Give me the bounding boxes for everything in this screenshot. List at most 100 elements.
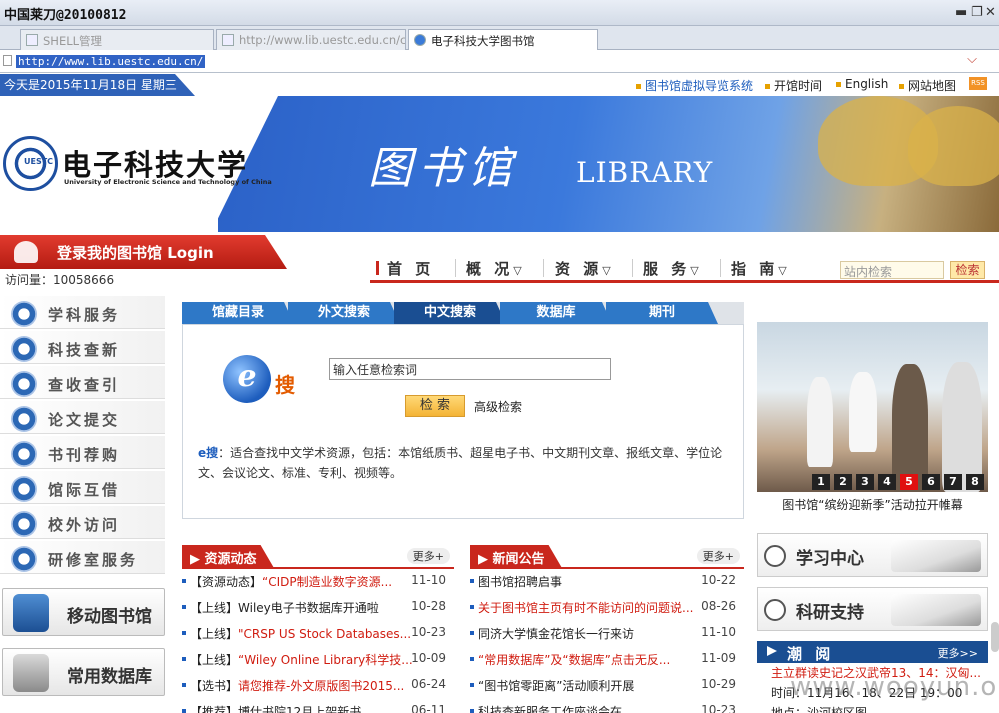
carousel-photo[interactable] <box>757 322 988 492</box>
carousel-page-2[interactable]: 2 <box>834 474 852 490</box>
rss-icon[interactable]: RSS <box>969 77 987 90</box>
list-item[interactable]: 同济大学慎金花馆长一行来访 11-10 <box>470 625 744 651</box>
link-hours[interactable]: 开馆时间 <box>765 77 822 94</box>
chevron-down-icon[interactable]: ⌵ <box>967 52 977 67</box>
library-title-en: LIBRARY <box>576 156 714 189</box>
tab-foreign[interactable]: 外文搜索 <box>288 302 400 324</box>
list-item[interactable]: “常用数据库”及“数据库”点击无反... 11-09 <box>470 651 744 677</box>
more-link[interactable]: 更多+ <box>406 548 450 564</box>
advanced-search-link[interactable]: 高级检索 <box>474 398 522 415</box>
databases-button[interactable]: 常用数据库 <box>2 648 165 696</box>
research-support-button[interactable]: 科研支持 <box>757 587 988 631</box>
bullet-icon <box>765 84 770 89</box>
restore-button[interactable]: ❐ <box>971 5 983 20</box>
tab-library[interactable]: 电子科技大学图书馆 <box>408 29 598 50</box>
nav-divider <box>632 259 633 277</box>
carousel-page-5[interactable]: 5 <box>900 474 918 490</box>
search-icon <box>11 336 37 362</box>
arrow-circle-icon <box>764 599 786 621</box>
nav-resources[interactable]: 资 源▽ <box>555 258 615 279</box>
list-item[interactable]: 【资源动态】“CIDP制造业数字资源... 11-10 <box>182 573 454 599</box>
carousel-page-3[interactable]: 3 <box>856 474 874 490</box>
address-bar[interactable]: http://www.lib.uestc.edu.cn/ ⌵ <box>0 50 999 73</box>
list-item[interactable]: 图书馆招聘启事 10-22 <box>470 573 744 599</box>
tab-catalog[interactable]: 馆藏目录 <box>182 302 294 324</box>
carousel-page-1[interactable]: 1 <box>812 474 830 490</box>
login-bar[interactable]: 登录我的图书馆 Login <box>0 235 287 269</box>
link-virtual-tour[interactable]: 图书馆虚拟导览系统 <box>636 77 753 94</box>
site-search-button[interactable]: 检索 <box>950 261 985 279</box>
item-title: 关于图书馆主页有时不能访问的问题说... <box>478 599 704 616</box>
list-item[interactable]: 【上线】"CRSP US Stock Databases... 10-23 <box>182 625 454 651</box>
tab-shell[interactable]: SHELL管理 <box>20 29 214 50</box>
link-sitemap[interactable]: 网站地图 <box>899 77 956 94</box>
bullet-icon <box>470 604 474 609</box>
item-title: 【上线】Wiley电子书数据库开通啦 <box>190 599 414 616</box>
list-item[interactable]: 【推荐】博仕书院12月上架新书... 06-11 <box>182 703 454 713</box>
item-date: 10-23 <box>411 625 446 639</box>
sidebar-item-ill[interactable]: 馆际互借 <box>0 471 165 504</box>
item-date: 10-28 <box>411 599 446 613</box>
resource-news: ▶ 资源动态 更多+ 【资源动态】“CIDP制造业数字资源... 11-10 【上线… <box>182 545 454 713</box>
sidebar-item-thesis[interactable]: 论文提交 <box>0 401 165 434</box>
nav-guide[interactable]: 指 南▽ <box>731 258 791 279</box>
tablet-icon <box>13 594 49 632</box>
button-label: 常用数据库 <box>67 667 152 687</box>
link-english[interactable]: English <box>836 77 888 91</box>
arrow-circle-icon <box>764 545 786 567</box>
item-date: 11-09 <box>701 651 736 665</box>
nav-services[interactable]: 服 务▽ <box>643 258 703 279</box>
minimize-button[interactable]: ▬ <box>955 5 967 20</box>
search-button[interactable]: 检 索 <box>405 395 465 417</box>
tab-database[interactable]: 数据库 <box>500 302 612 324</box>
bullet-icon <box>182 578 186 583</box>
nav-home[interactable]: 首 页 <box>376 258 434 279</box>
carousel-page-8[interactable]: 8 <box>966 474 984 490</box>
link-label: 开馆时间 <box>774 79 823 93</box>
list-item[interactable]: 【上线】“Wiley Online Library科学技... 10-09 <box>182 651 454 677</box>
list-item[interactable]: “图书馆零距离”活动顺利开展 10-29 <box>470 677 744 703</box>
bullet-icon <box>899 84 904 89</box>
link-label: English <box>845 77 889 91</box>
sidebar-item-novelty[interactable]: 科技查新 <box>0 331 165 364</box>
bullet-icon <box>470 630 474 635</box>
sidebar-item-recommend[interactable]: 书刊荐购 <box>0 436 165 469</box>
bullet-icon <box>636 84 641 89</box>
scrollbar-handle[interactable] <box>991 622 999 652</box>
sidebar-item-citation[interactable]: 查收查引 <box>0 366 165 399</box>
study-center-button[interactable]: 学习中心 <box>757 533 988 577</box>
list-item[interactable]: 科技查新服务工作座谈会在... 10-23 <box>470 703 744 713</box>
site-search-input[interactable]: 站内检索 <box>840 261 944 279</box>
item-text: Wiley电子书数据库开通啦 <box>238 601 379 615</box>
carousel-page-6[interactable]: 6 <box>922 474 940 490</box>
tab-journal[interactable]: 期刊 <box>606 302 718 324</box>
item-text: “图书馆零距离”活动顺利开展 <box>478 679 635 693</box>
carousel-page-4[interactable]: 4 <box>878 474 896 490</box>
list-item[interactable]: 【选书】请您推荐-外文原版图书2015... 06-24 <box>182 677 454 703</box>
date-text: 今天是2015年11月18日 星期三 <box>0 74 195 96</box>
tab-chinese[interactable]: 中文搜索 <box>394 302 506 324</box>
tab-label: 电子科技大学图书馆 <box>431 34 535 48</box>
list-item[interactable]: 【上线】Wiley电子书数据库开通啦 10-28 <box>182 599 454 625</box>
url-text[interactable]: http://www.lib.uestc.edu.cn/ <box>16 55 206 68</box>
sidebar-label: 校外访问 <box>48 516 121 534</box>
close-button[interactable]: ✕ <box>985 5 996 20</box>
more-link[interactable]: 更多>> <box>938 645 978 661</box>
person-figure <box>942 362 982 492</box>
more-link[interactable]: 更多+ <box>696 548 740 564</box>
search-input[interactable]: 输入任意检索词 <box>329 358 611 380</box>
university-seal: UESTC <box>3 136 58 191</box>
chevron-down-icon: ▽ <box>778 264 791 277</box>
list-item[interactable]: 关于图书馆主页有时不能访问的问题说... 08-26 <box>470 599 744 625</box>
thumb-icon <box>11 476 37 502</box>
carousel-page-7[interactable]: 7 <box>944 474 962 490</box>
carousel-caption[interactable]: 图书馆“缤纷迎新季”活动拉开帷幕 <box>757 496 988 513</box>
user-icon <box>14 241 38 263</box>
sidebar-item-studyroom[interactable]: 研修室服务 <box>0 541 165 574</box>
item-text: 博仕书院12月上架新书... <box>238 705 373 713</box>
sidebar-item-remote[interactable]: 校外访问 <box>0 506 165 539</box>
sidebar-item-subject[interactable]: 学科服务 <box>0 296 165 329</box>
nav-overview[interactable]: 概 况▽ <box>466 258 526 279</box>
mobile-library-button[interactable]: 移动图书馆 <box>2 588 165 636</box>
tab-css[interactable]: http://www.lib.uestc.edu.cn/css... <box>216 29 406 50</box>
